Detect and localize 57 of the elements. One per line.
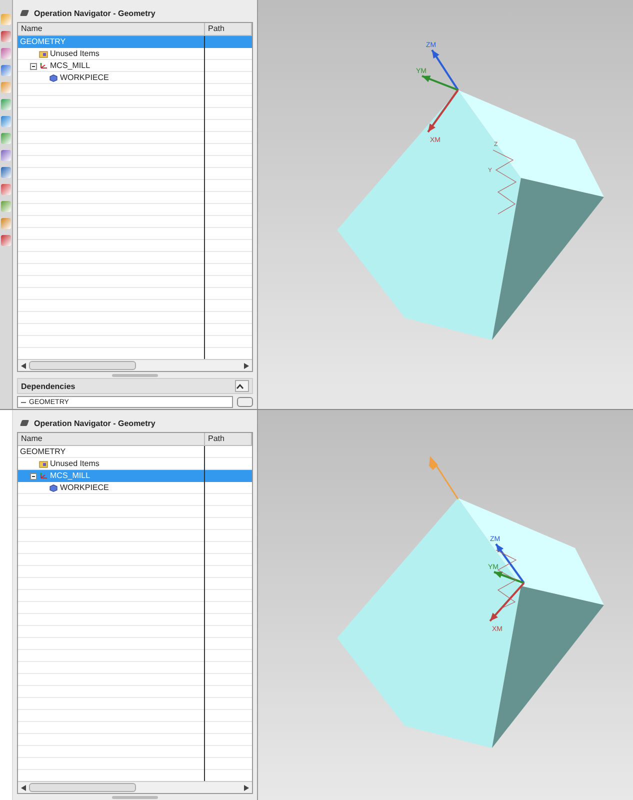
toolbar-icon[interactable] <box>1 218 11 229</box>
collapse-icon[interactable] <box>30 62 37 70</box>
tree-label: WORKPIECE <box>60 72 109 84</box>
pin-icon[interactable] <box>20 420 30 426</box>
folder-icon <box>39 50 48 58</box>
collapse-icon[interactable] <box>30 472 37 480</box>
toolbar-icon[interactable] <box>1 133 11 144</box>
toolbar-icon[interactable] <box>1 235 11 246</box>
tree-row[interactable]: Unused Items <box>18 48 252 60</box>
column-header[interactable]: Name <box>18 433 205 446</box>
tree-row[interactable]: MCS_MILL <box>18 60 252 72</box>
toolbar-icon[interactable] <box>1 65 11 76</box>
splitter-handle[interactable] <box>112 374 158 376</box>
column-header[interactable]: Path <box>205 433 252 446</box>
toolbar-icon[interactable] <box>1 201 11 212</box>
tree-label: Unused Items <box>50 48 100 60</box>
toolbar-icon[interactable] <box>1 48 11 59</box>
tree-label: Unused Items <box>50 458 100 470</box>
search-button[interactable] <box>237 397 253 407</box>
panel-title: Operation Navigator - Geometry <box>34 418 156 428</box>
tree-label: MCS_MILL <box>50 470 90 482</box>
panel-title: Operation Navigator - Geometry <box>34 8 156 18</box>
toolbar-icon[interactable] <box>1 167 11 178</box>
tree-row[interactable]: GEOMETRY <box>18 446 252 458</box>
collapse-button[interactable] <box>235 380 249 392</box>
column-header[interactable]: Path <box>205 23 252 35</box>
tree-row[interactable]: Unused Items <box>18 458 252 470</box>
toolbar-icon[interactable] <box>1 31 11 42</box>
scroll-right-icon[interactable] <box>244 784 249 791</box>
toolbar-icon[interactable] <box>1 116 11 127</box>
scrollbar-thumb[interactable] <box>29 783 136 792</box>
tree-label: GEOMETRY <box>20 446 66 458</box>
folder-icon <box>39 460 48 468</box>
scroll-right-icon[interactable] <box>244 362 249 368</box>
manipulator-handle[interactable] <box>492 150 517 214</box>
tree-label: GEOMETRY <box>20 36 66 48</box>
column-header[interactable]: Name <box>18 23 205 35</box>
toolbar-icon[interactable] <box>1 184 11 195</box>
caret-up-icon <box>236 384 244 388</box>
tree-row[interactable]: WORKPIECE <box>18 72 252 84</box>
toolbar-icon[interactable] <box>1 14 11 25</box>
splitter-handle[interactable] <box>112 796 158 799</box>
tree-row[interactable]: WORKPIECE <box>18 482 252 494</box>
coordinate-axes-icon <box>39 472 48 480</box>
scrollbar-thumb[interactable] <box>29 361 136 370</box>
toolbar-icon[interactable] <box>1 82 11 93</box>
tree-label: MCS_MILL <box>50 60 90 72</box>
toolbar-icon[interactable] <box>1 99 11 110</box>
pin-icon[interactable] <box>20 10 30 16</box>
scroll-left-icon[interactable] <box>21 784 26 791</box>
tree-label: WORKPIECE <box>60 482 109 494</box>
block-icon <box>49 74 58 82</box>
coordinate-axes-icon <box>39 62 48 70</box>
handle-arrow[interactable] <box>429 456 459 500</box>
scroll-left-icon[interactable] <box>21 362 26 368</box>
section-title: Dependencies <box>21 382 76 390</box>
toolbar-icon[interactable] <box>1 150 11 161</box>
